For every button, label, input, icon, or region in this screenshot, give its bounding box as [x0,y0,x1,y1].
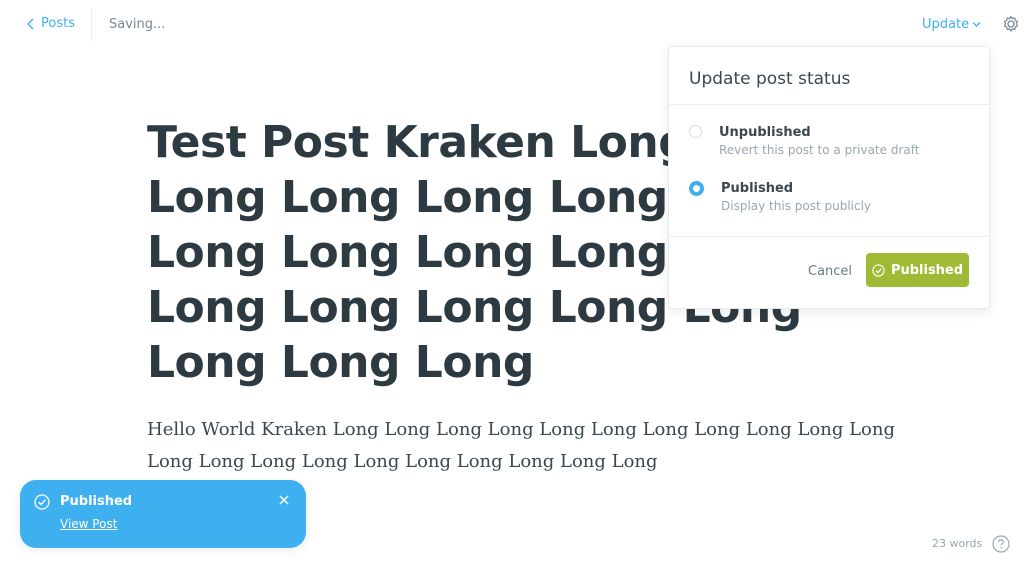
published-notification: Published View Post [20,480,306,548]
header-divider [91,8,92,42]
published-radio[interactable] [689,181,704,196]
popover-divider [669,236,989,237]
notification-title: Published [60,494,133,509]
option-label: Unpublished [719,125,811,140]
published-button-label: Published [890,262,964,278]
chevron-down-icon [972,22,981,27]
option-published[interactable]: Published Display this post publicly [689,181,871,213]
help-icon[interactable] [992,535,1010,553]
gear-icon[interactable] [1001,14,1021,34]
option-label: Published [721,181,794,196]
close-icon[interactable] [278,494,290,506]
update-button-label: Update [922,17,970,32]
update-menu-button[interactable]: Update [922,17,981,32]
option-unpublished[interactable]: Unpublished Revert this post to a privat… [689,125,919,157]
back-link-label: Posts [41,16,75,31]
option-description: Revert this post to a private draft [719,143,920,157]
unpublished-radio[interactable] [689,125,702,138]
update-status-popover: Update post status Unpublished Revert th… [668,46,990,309]
check-circle-icon [872,263,885,277]
word-count: 23 words [932,537,983,550]
back-to-posts-link[interactable]: Posts [26,16,75,31]
cancel-button[interactable]: Cancel [808,264,852,279]
published-button[interactable]: Published [866,253,969,287]
option-description: Display this post publicly [721,199,872,213]
editor-header: Posts Saving... Update [0,0,1034,50]
saving-status: Saving... [109,17,166,32]
post-body[interactable]: Hello World Kraken Long Long Long Long L… [147,414,907,478]
popover-title: Update post status [689,69,851,89]
chevron-left-icon [27,18,34,29]
check-circle-icon [34,494,50,510]
view-post-link[interactable]: View Post [60,517,117,531]
popover-header: Update post status [669,47,989,105]
